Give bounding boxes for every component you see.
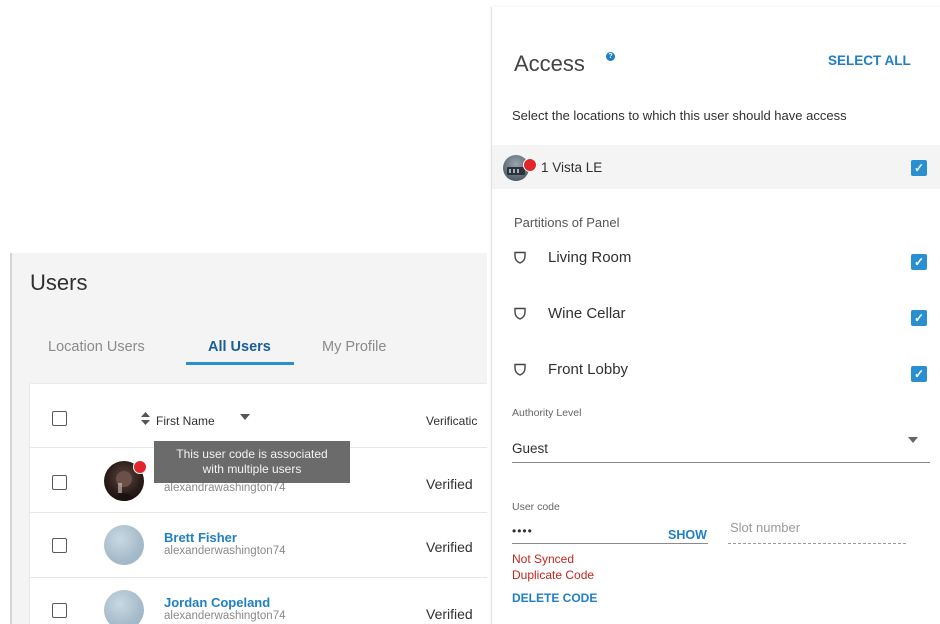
verification-status: Verified [426, 539, 473, 555]
tooltip: This user code is associated with multip… [154, 441, 350, 483]
partition-name: Front Lobby [548, 361, 629, 378]
checkmark-icon: ✓ [913, 255, 925, 269]
access-title: Access [514, 51, 585, 76]
delete-code-button[interactable]: DELETE CODE [512, 591, 597, 605]
user-code-underline [512, 543, 708, 544]
select-all-button[interactable]: SELECT ALL [828, 53, 911, 68]
slot-number-input[interactable]: Slot number [730, 520, 800, 535]
location-checkbox[interactable]: ✓ [911, 160, 927, 176]
authority-level-select[interactable]: Guest [512, 441, 548, 456]
checkmark-icon: ✓ [913, 311, 925, 325]
shield-icon [514, 307, 526, 323]
partition-name: Living Room [548, 249, 632, 266]
authority-level-label: Authority Level [512, 407, 582, 419]
users-table: First Name Verificatic alexandrawashingt… [30, 384, 487, 624]
users-panel: Users Location Users All Users My Profil… [10, 253, 487, 624]
partition-checkbox[interactable]: ✓ [911, 366, 927, 382]
column-header-first-name[interactable]: First Name [156, 414, 215, 428]
tab-location-users[interactable]: Location Users [48, 339, 145, 355]
location-name: 1 Vista LE [541, 160, 603, 175]
partition-name: Wine Cellar [548, 305, 626, 322]
user-username: alexanderwashington74 [164, 545, 286, 557]
avatar [104, 525, 144, 565]
partition-checkbox[interactable]: ✓ [911, 310, 927, 326]
row-checkbox[interactable] [52, 603, 67, 618]
tab-my-profile[interactable]: My Profile [322, 339, 386, 355]
sort-icon[interactable] [141, 412, 150, 428]
user-code-input[interactable]: •••• [512, 524, 533, 538]
alert-badge-icon [523, 158, 537, 172]
user-username: alexanderwashington74 [164, 610, 286, 622]
row-checkbox[interactable] [52, 538, 67, 553]
access-panel: Access ? SELECT ALL Select the locations… [491, 7, 940, 624]
user-code-label: User code [512, 501, 560, 513]
user-name-link[interactable]: Jordan Copeland [164, 595, 270, 610]
show-code-button[interactable]: SHOW [668, 528, 707, 542]
table-row[interactable]: Brett Fisher alexanderwashington74 Verif… [30, 513, 487, 577]
tab-all-users[interactable]: All Users [208, 339, 271, 355]
user-name-link[interactable]: Brett Fisher [164, 530, 237, 545]
tooltip-line: This user code is associated [176, 447, 328, 461]
caret-down-icon[interactable] [240, 412, 250, 423]
alert-badge-icon [133, 460, 147, 474]
slot-number-underline [728, 543, 906, 544]
verification-status: Verified [426, 606, 473, 622]
sync-status: Not Synced [512, 552, 575, 566]
column-header-verification[interactable]: Verificatic [426, 414, 477, 428]
shield-icon [514, 363, 526, 379]
user-username: alexandrawashington74 [164, 482, 286, 494]
select-all-checkbox[interactable] [52, 411, 67, 426]
checkmark-icon: ✓ [913, 161, 925, 175]
access-description: Select the locations to which this user … [512, 108, 847, 123]
checkmark-icon: ✓ [913, 367, 925, 381]
authority-level-underline [512, 462, 930, 463]
partitions-label: Partitions of Panel [514, 215, 620, 230]
tooltip-line: with multiple users [202, 462, 302, 476]
page-title: Users [30, 270, 88, 295]
active-tab-indicator [186, 362, 294, 365]
shield-icon [514, 251, 526, 267]
table-row[interactable]: Jordan Copeland alexanderwashington74 Ve… [30, 578, 487, 624]
caret-down-icon[interactable] [908, 435, 918, 446]
duplicate-code-status: Duplicate Code [512, 568, 595, 582]
row-checkbox[interactable] [52, 475, 67, 490]
verification-status: Verified [426, 476, 473, 492]
partition-checkbox[interactable]: ✓ [911, 254, 927, 270]
avatar [104, 590, 144, 624]
help-icon[interactable]: ? [606, 52, 615, 61]
